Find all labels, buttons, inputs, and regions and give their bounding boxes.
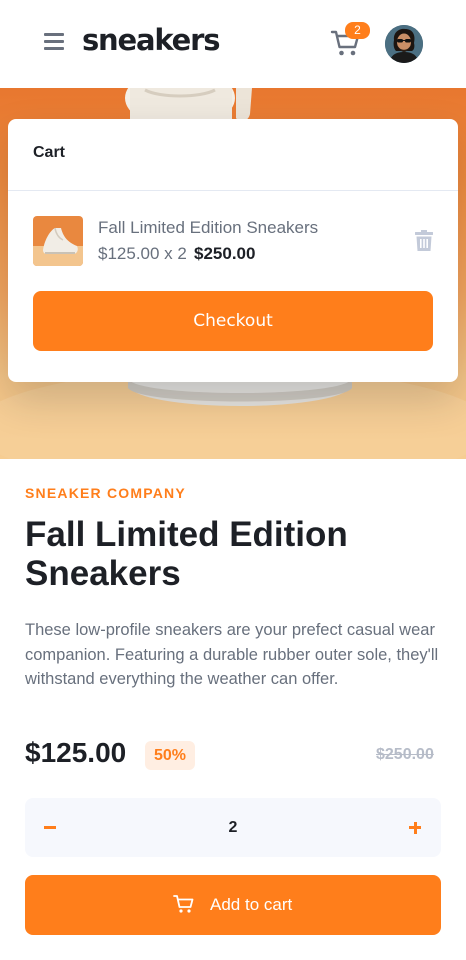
quantity-stepper: 2 xyxy=(25,798,441,857)
trash-icon[interactable] xyxy=(415,230,433,251)
cart-item-price-calc: $125.00 x 2 xyxy=(98,244,187,263)
add-to-cart-button[interactable]: Add to cart xyxy=(25,875,441,935)
cart-icon xyxy=(173,894,195,914)
add-to-cart-label: Add to cart xyxy=(210,895,293,914)
cart-popover: Cart Fall Limited Edition Sneakers $125.… xyxy=(8,119,458,382)
cart-divider xyxy=(8,190,458,191)
product-title: Fall Limited Edition Sneakers xyxy=(25,515,348,593)
cart-item-total: $250.00 xyxy=(194,244,256,263)
product-description: These low-profile sneakers are your pref… xyxy=(25,621,439,688)
minus-icon[interactable] xyxy=(35,808,75,848)
checkout-button[interactable]: Checkout xyxy=(33,291,433,351)
cart-item-thumbnail xyxy=(33,216,83,266)
current-price: $125.00 xyxy=(25,737,127,768)
cart-title: Cart xyxy=(33,144,66,161)
discount-badge: 50% xyxy=(145,741,195,770)
logo[interactable]: sneakers xyxy=(82,20,220,60)
header: sneakers 2 xyxy=(0,0,466,88)
cart-item-name: Fall Limited Edition Sneakers xyxy=(98,218,319,237)
original-price: $250.00 xyxy=(376,746,434,763)
menu-icon[interactable] xyxy=(44,33,64,50)
avatar[interactable] xyxy=(385,25,423,63)
company-name: SNEAKER COMPANY xyxy=(25,485,186,501)
quantity-value: 2 xyxy=(228,819,238,836)
plus-icon[interactable] xyxy=(398,808,438,848)
cart-count-badge: 2 xyxy=(345,22,370,39)
